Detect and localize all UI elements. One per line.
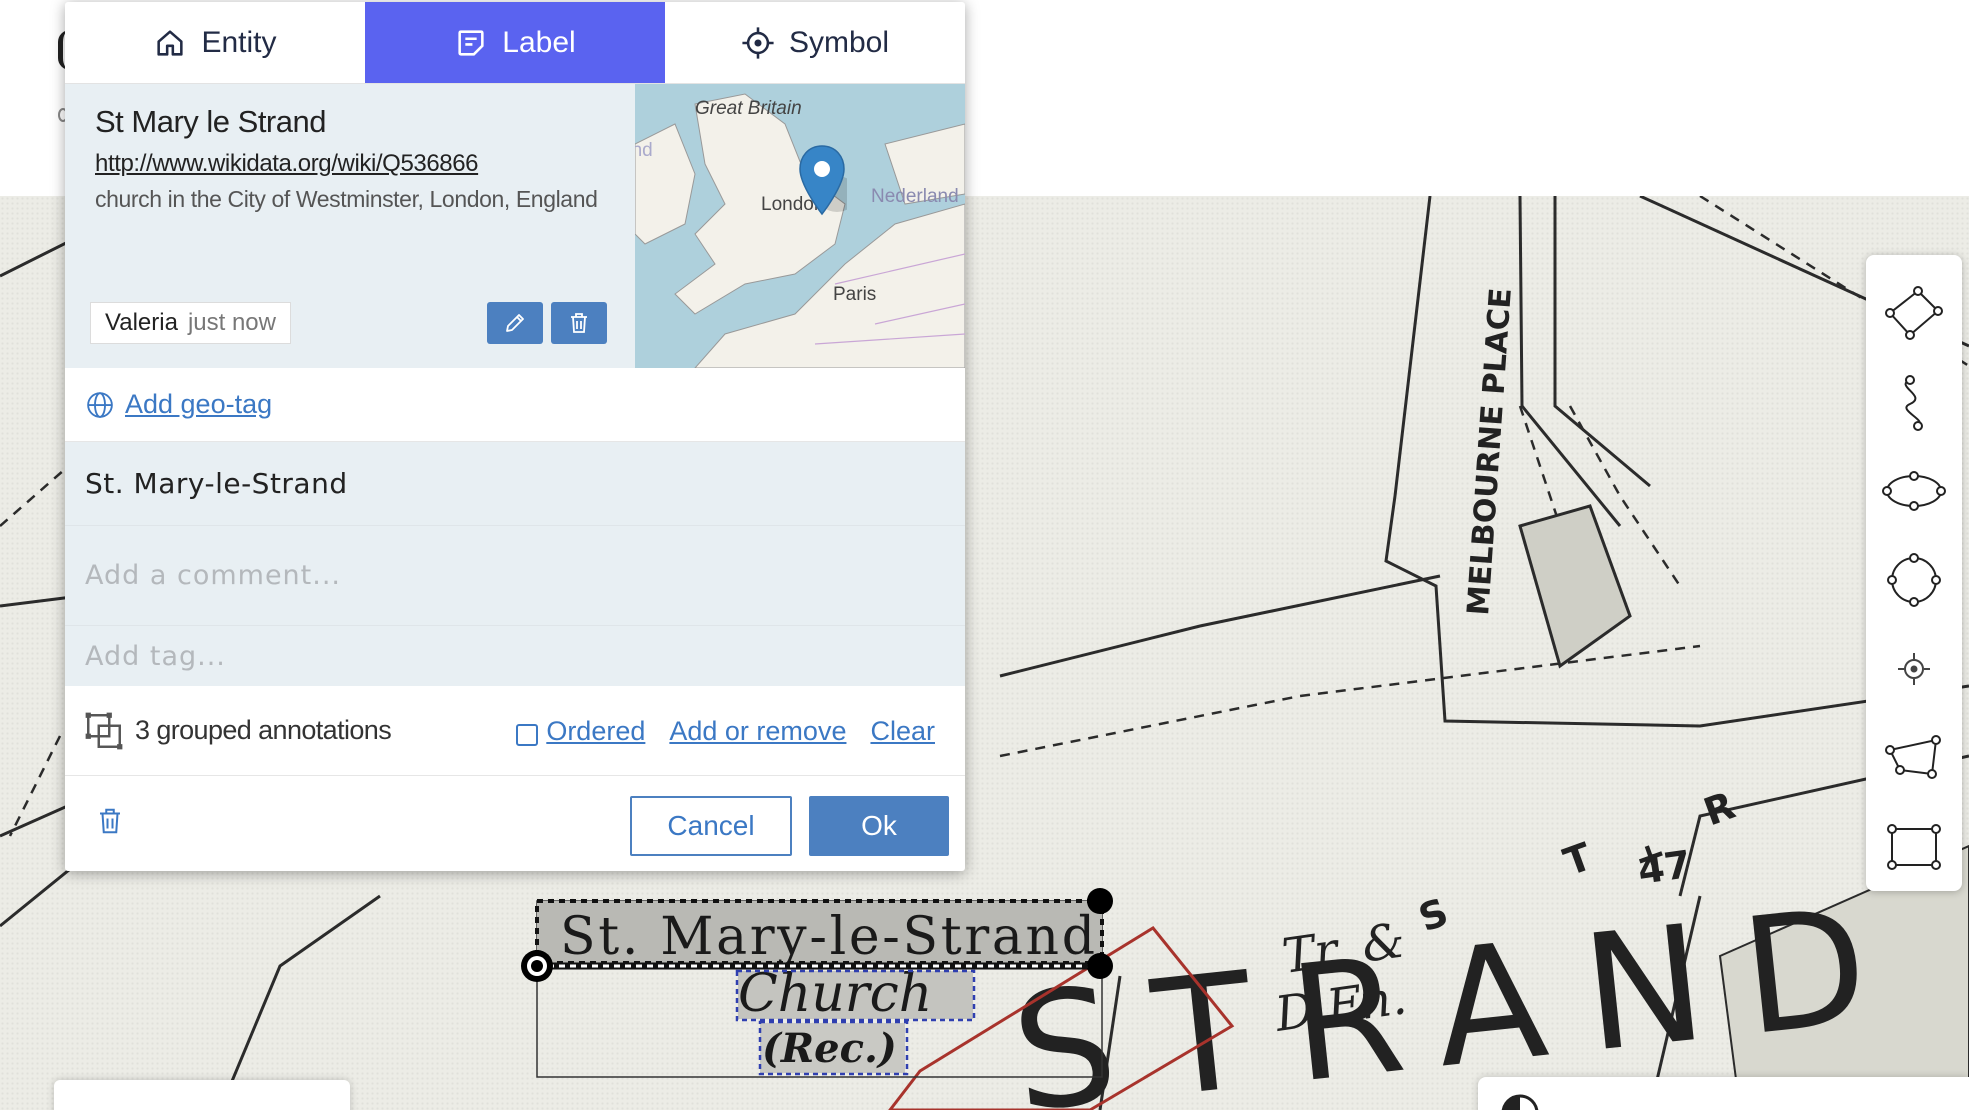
trash-icon <box>100 808 120 834</box>
geotag-row: Add geo-tag <box>65 368 965 442</box>
line-tool-icon <box>1885 286 1943 341</box>
mini-map-label: Nederland <box>871 186 959 207</box>
point-tool-button[interactable] <box>1874 624 1954 713</box>
entity-info: St Mary le Strand http://www.wikidata.or… <box>65 84 635 368</box>
freehand-tool-button[interactable] <box>1874 358 1954 447</box>
label-transcription[interactable]: St. Mary-le-Strand <box>65 442 965 526</box>
annotation-editor-popup: Entity Label Symbol St Mary le Strand ht… <box>65 2 965 871</box>
rectangle-tool-button[interactable] <box>1874 802 1954 891</box>
edit-entity-button[interactable] <box>487 302 543 344</box>
mini-map-label: Great Britain <box>695 98 802 119</box>
polygon-tool-button[interactable] <box>1874 713 1954 802</box>
entity-description: church in the City of Westminster, Londo… <box>95 186 598 212</box>
circle-tool-icon <box>1887 553 1941 607</box>
resize-handle <box>1087 953 1113 979</box>
tab-label-text: Label <box>502 25 576 59</box>
freehand-tool-icon <box>1904 375 1923 432</box>
ordered-link[interactable]: Ordered <box>546 716 645 746</box>
ellipse-tool-button[interactable] <box>1874 447 1954 536</box>
entity-title: St Mary le Strand <box>95 104 326 139</box>
creator-name: Valeria <box>105 309 178 336</box>
bottom-right-panel[interactable] <box>1478 1077 1969 1110</box>
line-tool-button[interactable] <box>1874 269 1954 358</box>
group-icon <box>85 712 123 749</box>
tab-label[interactable]: Label <box>365 2 665 83</box>
ok-button[interactable]: Ok <box>809 796 949 856</box>
tab-symbol-text: Symbol <box>788 25 890 59</box>
ellipse-tool-icon <box>1882 471 1946 512</box>
home-icon <box>157 29 184 56</box>
created-time: just now <box>187 309 276 336</box>
creator-chip: Valeria just now <box>90 302 291 344</box>
svg-text:T: T <box>1558 834 1597 884</box>
mini-map-label: Paris <box>833 284 877 305</box>
globe-icon <box>87 391 113 418</box>
editor-tabs: Entity Label Symbol <box>65 2 965 84</box>
svg-text:(Rec.): (Rec.) <box>762 1025 897 1072</box>
mini-map-label: Éire / Ireland <box>635 140 653 161</box>
entity-mini-map[interactable]: Great Britain Éire / Ireland London Nede… <box>635 84 965 368</box>
crosshair-icon <box>742 26 774 59</box>
delete-annotation-button[interactable] <box>95 805 125 842</box>
contrast-icon[interactable] <box>1500 1093 1540 1110</box>
grouping-row: 3 grouped annotations Ordered Add or rem… <box>65 686 965 776</box>
cancel-button[interactable]: Cancel <box>630 796 792 856</box>
comment-input[interactable] <box>85 560 965 591</box>
comment-row <box>65 526 965 626</box>
map-label-melbourne-place: MELBOURNE PLACE <box>1461 287 1519 617</box>
tab-symbol[interactable]: Symbol <box>665 2 965 83</box>
clear-group-link[interactable]: Clear <box>870 716 935 747</box>
svg-text:Church: Church <box>738 964 932 1024</box>
drawing-toolbar <box>1866 255 1962 891</box>
add-geotag-link[interactable]: Add geo-tag <box>125 389 272 420</box>
tag-row <box>65 626 965 686</box>
bottom-left-panel[interactable] <box>54 1080 350 1110</box>
svg-text:R: R <box>1698 783 1741 834</box>
resize-handle <box>1087 888 1113 914</box>
svg-text:47: 47 <box>1635 842 1693 893</box>
group-actions: Ordered Add or remove Clear <box>516 686 935 776</box>
ordered-checkbox[interactable] <box>516 724 539 747</box>
popup-footer: Cancel Ok <box>65 776 965 871</box>
trash-icon <box>571 313 587 333</box>
grouped-count: 3 grouped annotations <box>135 715 392 745</box>
entity-url-link[interactable]: http://www.wikidata.org/wiki/Q536866 <box>95 150 635 178</box>
tab-entity[interactable]: Entity <box>65 2 365 83</box>
pencil-icon <box>506 314 524 332</box>
polygon-tool-icon <box>1885 734 1941 779</box>
rectangle-tool-icon <box>1887 823 1941 870</box>
location-pin-icon <box>799 145 847 216</box>
add-or-remove-link[interactable]: Add or remove <box>669 716 846 747</box>
delete-entity-button[interactable] <box>551 302 607 344</box>
circle-tool-button[interactable] <box>1874 536 1954 625</box>
ordered-toggle[interactable]: Ordered <box>516 716 645 747</box>
tab-label: Entity <box>201 25 277 59</box>
note-icon <box>458 29 484 56</box>
tag-input[interactable] <box>85 640 965 672</box>
point-tool-icon <box>1898 652 1930 685</box>
